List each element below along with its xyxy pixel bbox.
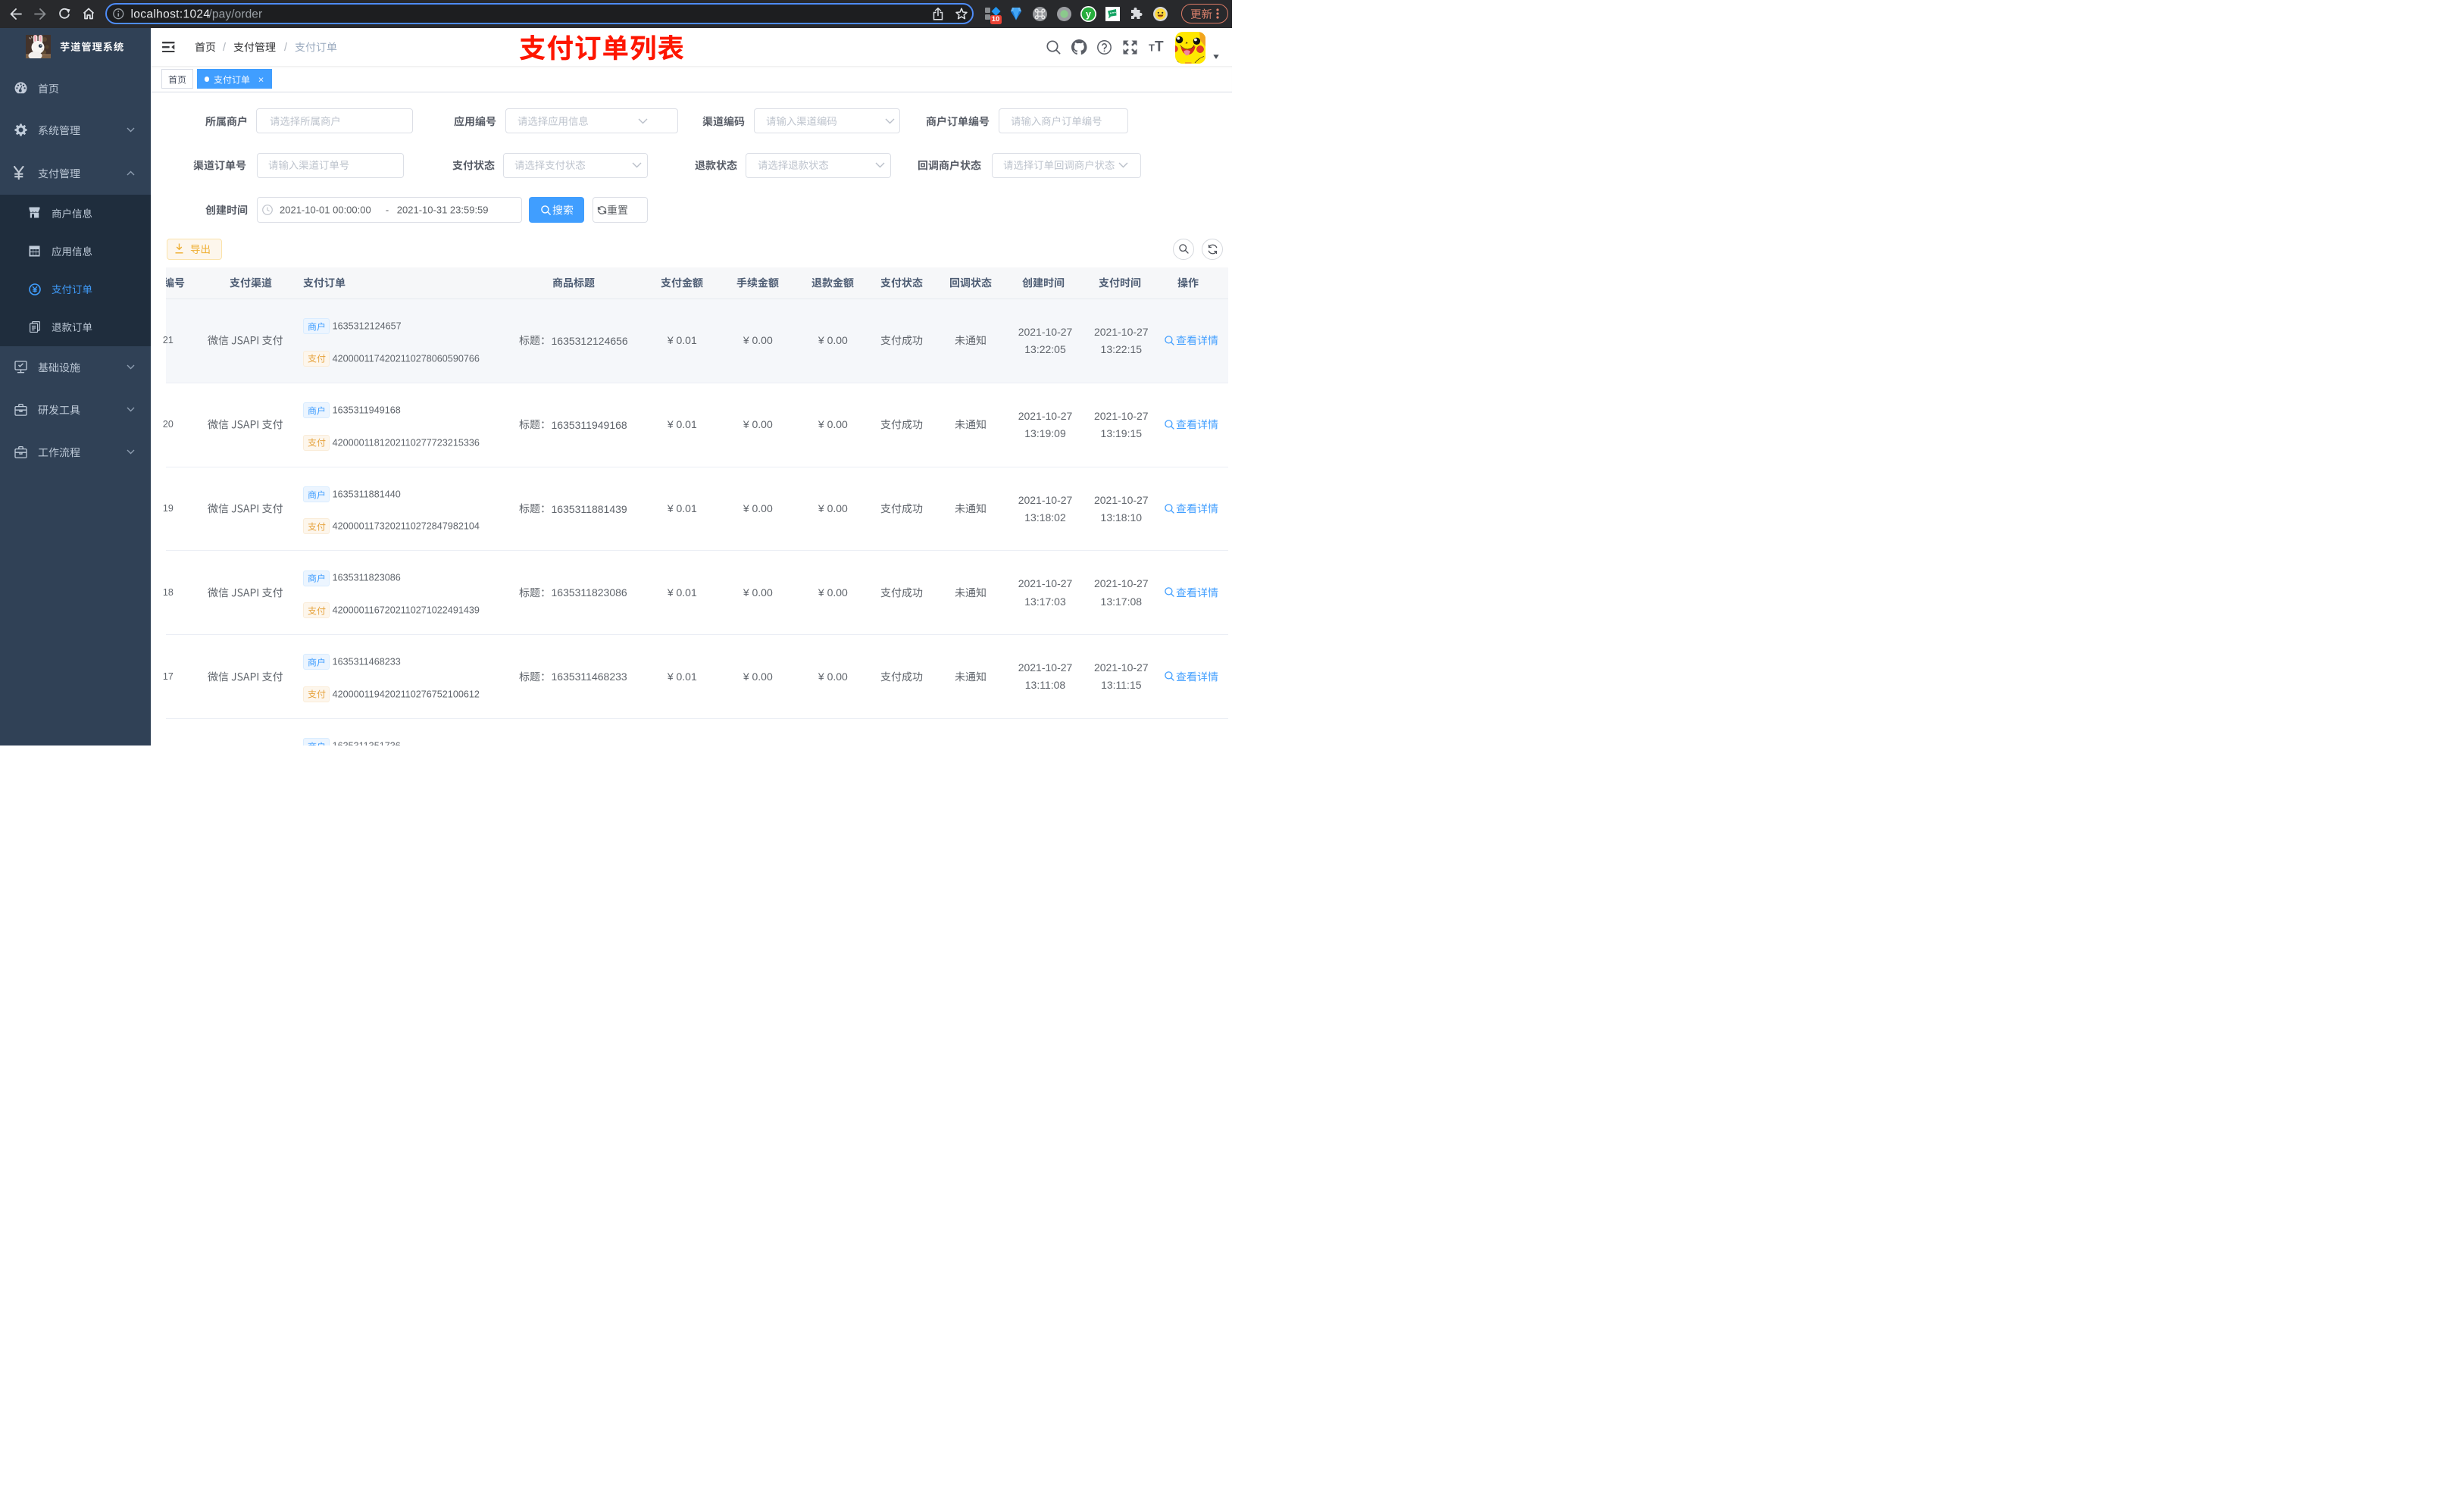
svg-text:y: y (1086, 9, 1091, 20)
